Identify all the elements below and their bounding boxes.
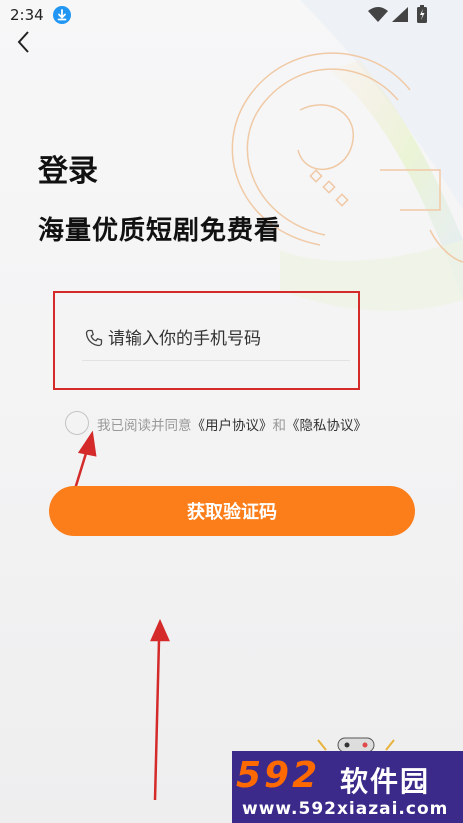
phone-input[interactable] <box>108 322 348 356</box>
watermark-site-name: 软件园 <box>340 765 431 798</box>
user-agreement-link[interactable]: 《用户协议》 <box>192 418 273 434</box>
agreement-text: 我已阅读并同意《用户协议》和《隐私协议》 <box>97 414 367 434</box>
download-icon <box>53 6 71 24</box>
chevron-left-icon <box>17 31 29 53</box>
agreement-prefix: 我已阅读并同意 <box>97 418 192 434</box>
background-decoration <box>61 0 463 801</box>
back-button[interactable] <box>12 28 38 56</box>
agreement-checkbox[interactable] <box>65 411 89 435</box>
watermark-url: www.592xiazai.com <box>242 799 449 819</box>
status-time: 2:34 <box>10 6 44 24</box>
status-bar: 2:34 <box>0 0 463 30</box>
privacy-policy-link[interactable]: 《隐私协议》 <box>286 418 367 434</box>
wifi-icon <box>368 7 388 22</box>
phone-icon <box>85 329 103 347</box>
page-title: 登录 <box>38 154 98 189</box>
agreement-conjunction: 和 <box>272 418 287 434</box>
input-underline <box>82 360 350 361</box>
get-code-button[interactable]: 获取验证码 <box>49 486 415 536</box>
page-subtitle: 海量优质短剧免费看 <box>38 216 282 246</box>
watermark-logo: 592 <box>236 755 321 796</box>
battery-icon <box>417 5 427 23</box>
signal-icon <box>392 7 408 22</box>
